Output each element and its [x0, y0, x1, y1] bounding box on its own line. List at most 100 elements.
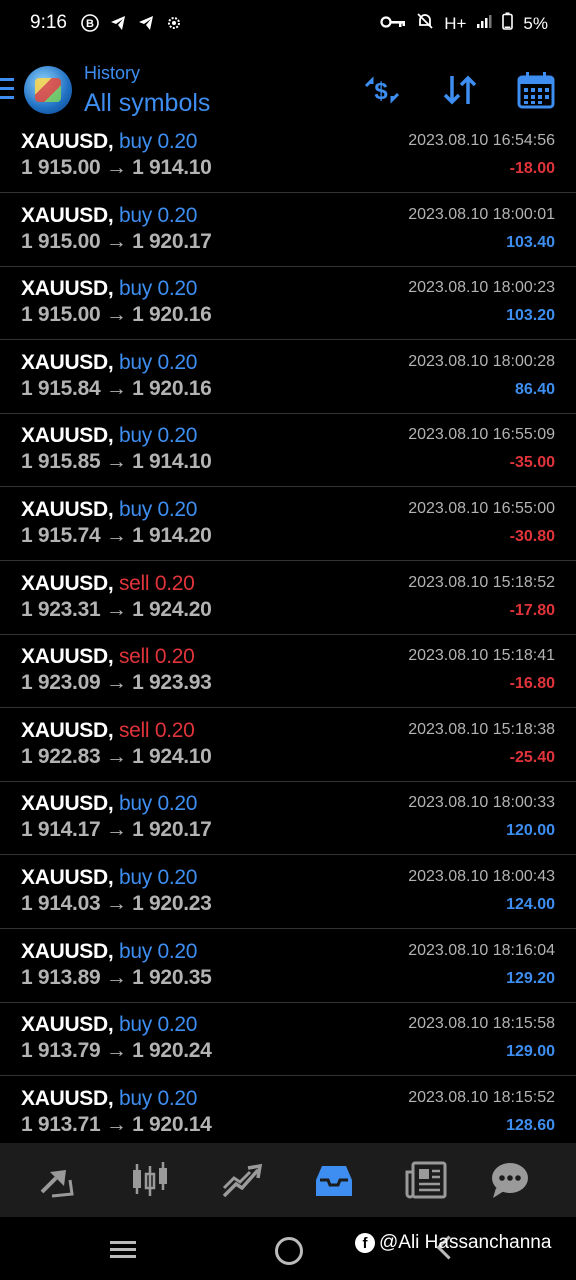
- trade-side: buy: [118, 1086, 152, 1110]
- close-price: 1 920.16: [132, 376, 212, 400]
- trade-volume: 0.20: [157, 130, 198, 153]
- trade-symbol: XAUUSD,: [21, 866, 114, 889]
- deposit-currency-button[interactable]: $: [362, 70, 402, 110]
- trade-history-list[interactable]: XAUUSD, buy 0.20 1 915.00 → 1 914.10 2023.…: [0, 130, 576, 1143]
- trade-time: 2023.08.10 15:18:52: [408, 573, 555, 591]
- trade-side: sell: [118, 645, 150, 669]
- trade-row[interactable]: XAUUSD, buy 0.20 1 913.79 → 1 920.24 2023.…: [0, 1002, 576, 1077]
- trade-prices: 1 915.00 → 1 920.17: [21, 230, 212, 254]
- trade-profit: 103.40: [506, 233, 555, 251]
- trade-side: buy: [118, 1013, 152, 1037]
- trade-time: 2023.08.10 18:00:01: [408, 205, 555, 223]
- nav-history[interactable]: [312, 1158, 356, 1202]
- trade-symbol: XAUUSD,: [21, 498, 114, 521]
- status-time: 9:16: [30, 12, 67, 33]
- nav-news[interactable]: [404, 1158, 448, 1202]
- trade-row[interactable]: XAUUSD, buy 0.20 1 914.17 → 1 920.17 2023.…: [0, 781, 576, 856]
- trade-time: 2023.08.10 18:16:04: [408, 941, 555, 959]
- trade-time: 2023.08.10 16:54:56: [408, 132, 555, 149]
- trade-side: buy: [118, 498, 152, 521]
- watermark: f @Ali Hassanchanna: [355, 1232, 551, 1254]
- chart-icon: [133, 1162, 167, 1196]
- trade-prices: 1 915.00 → 1 914.10: [21, 156, 212, 180]
- home-icon[interactable]: [275, 1237, 303, 1265]
- open-price: 1 915.00: [21, 156, 101, 179]
- trade-row[interactable]: XAUUSD, buy 0.20 1 915.00 → 1 920.16 2023.…: [0, 266, 576, 341]
- trade-row[interactable]: XAUUSD, buy 0.20 1 915.00 → 1 914.10 2023.…: [0, 130, 576, 193]
- trade-profit: -30.80: [509, 528, 555, 545]
- arrow-right-icon: →: [100, 1039, 133, 1063]
- trade-prices: 1 913.79 → 1 920.24: [21, 1039, 212, 1063]
- trade-time: 2023.08.10 18:00:23: [408, 279, 555, 297]
- trade-symbol-line: XAUUSD, buy 0.20: [21, 866, 197, 890]
- trade-symbol: XAUUSD,: [21, 424, 114, 448]
- facebook-icon: f: [355, 1233, 375, 1253]
- trade-symbol-line: XAUUSD, buy 0.20: [21, 351, 197, 375]
- arrow-right-icon: →: [100, 450, 133, 474]
- arrow-right-icon: →: [100, 892, 133, 915]
- trade-side: buy: [118, 792, 152, 816]
- nav-chat[interactable]: [488, 1158, 532, 1202]
- chat-icon: [492, 1163, 528, 1198]
- open-price: 1 913.89: [21, 965, 101, 989]
- trade-symbol-line: XAUUSD, sell 0.20: [21, 719, 195, 743]
- trade-side: buy: [118, 130, 152, 153]
- trade-row[interactable]: XAUUSD, sell 0.20 1 923.09 → 1 923.93 2023…: [0, 634, 576, 709]
- arrow-right-icon: →: [100, 376, 133, 400]
- trade-row[interactable]: XAUUSD, sell 0.20 1 922.83 → 1 924.10 2023…: [0, 708, 576, 782]
- nav-trade[interactable]: [220, 1158, 264, 1202]
- trade-row[interactable]: XAUUSD, sell 0.20 1 923.31 → 1 924.20 2023…: [0, 561, 576, 635]
- trade-row[interactable]: XAUUSD, buy 0.20 1 915.85 → 1 914.10 2023.…: [0, 413, 576, 488]
- trade-profit: 120.00: [506, 822, 555, 840]
- trade-symbol: XAUUSD,: [21, 277, 114, 301]
- gear-icon: [164, 13, 184, 33]
- close-price: 1 914.20: [132, 524, 212, 547]
- trade-time: 2023.08.10 15:18:38: [408, 720, 555, 738]
- trade-volume: 0.20: [154, 718, 195, 742]
- arrow-right-icon: →: [100, 524, 133, 547]
- trade-prices: 1 914.17 → 1 920.17: [21, 818, 212, 842]
- trade-symbol-line: XAUUSD, buy 0.20: [21, 1087, 197, 1111]
- trade-row[interactable]: XAUUSD, buy 0.20 1 915.74 → 1 914.20 2023.…: [0, 487, 576, 561]
- open-price: 1 914.03: [21, 892, 101, 915]
- trade-icon: [222, 1163, 263, 1198]
- trade-row[interactable]: XAUUSD, buy 0.20 1 913.89 → 1 920.35 2023.…: [0, 929, 576, 1003]
- recent-apps-icon[interactable]: [110, 1241, 136, 1259]
- page-title[interactable]: All symbols: [84, 89, 210, 118]
- trade-row[interactable]: XAUUSD, buy 0.20 1 915.00 → 1 920.17 2023.…: [0, 193, 576, 267]
- sort-button[interactable]: [440, 70, 480, 110]
- trade-side: buy: [118, 277, 152, 301]
- open-price: 1 915.85: [21, 450, 101, 474]
- calendar-button[interactable]: [516, 70, 556, 110]
- battery-icon: [502, 12, 514, 35]
- trade-prices: 1 915.85 → 1 914.10: [21, 450, 212, 474]
- trade-time: 2023.08.10 18:15:52: [408, 1088, 555, 1106]
- open-price: 1 915.84: [21, 376, 101, 400]
- trade-symbol-line: XAUUSD, buy 0.20: [21, 424, 197, 448]
- trade-symbol-line: XAUUSD, buy 0.20: [21, 1013, 197, 1037]
- trade-prices: 1 915.00 → 1 920.16: [21, 303, 212, 327]
- trade-profit: 103.20: [506, 307, 555, 325]
- vpn-key-icon: [380, 14, 406, 34]
- open-price: 1 923.09: [21, 671, 101, 695]
- trade-row[interactable]: XAUUSD, buy 0.20 1 914.03 → 1 920.23 2023.…: [0, 855, 576, 929]
- trade-symbol-line: XAUUSD, sell 0.20: [21, 572, 195, 596]
- nav-quotes[interactable]: [36, 1158, 80, 1202]
- trade-row[interactable]: XAUUSD, buy 0.20 1 913.71 → 1 920.14 2023.…: [0, 1076, 576, 1143]
- trade-profit: 86.40: [514, 380, 555, 398]
- trade-profit: -35.00: [509, 454, 555, 472]
- open-price: 1 913.79: [21, 1039, 101, 1063]
- trade-volume: 0.20: [157, 498, 198, 521]
- quotes-icon: [40, 1170, 74, 1198]
- nav-chart[interactable]: [128, 1158, 172, 1202]
- system-status-icons: H+ 5%: [380, 12, 548, 35]
- trade-time: 2023.08.10 15:18:41: [408, 647, 555, 665]
- trade-side: sell: [118, 718, 150, 742]
- menu-icon[interactable]: [0, 78, 16, 100]
- trade-prices: 1 915.74 → 1 914.20: [21, 524, 212, 548]
- trade-prices: 1 915.84 → 1 920.16: [21, 377, 212, 401]
- trade-symbol: XAUUSD,: [21, 130, 114, 153]
- arrow-right-icon: →: [100, 303, 133, 327]
- battery-level: 5%: [523, 13, 548, 33]
- trade-row[interactable]: XAUUSD, buy 0.20 1 915.84 → 1 920.16 2023.…: [0, 340, 576, 414]
